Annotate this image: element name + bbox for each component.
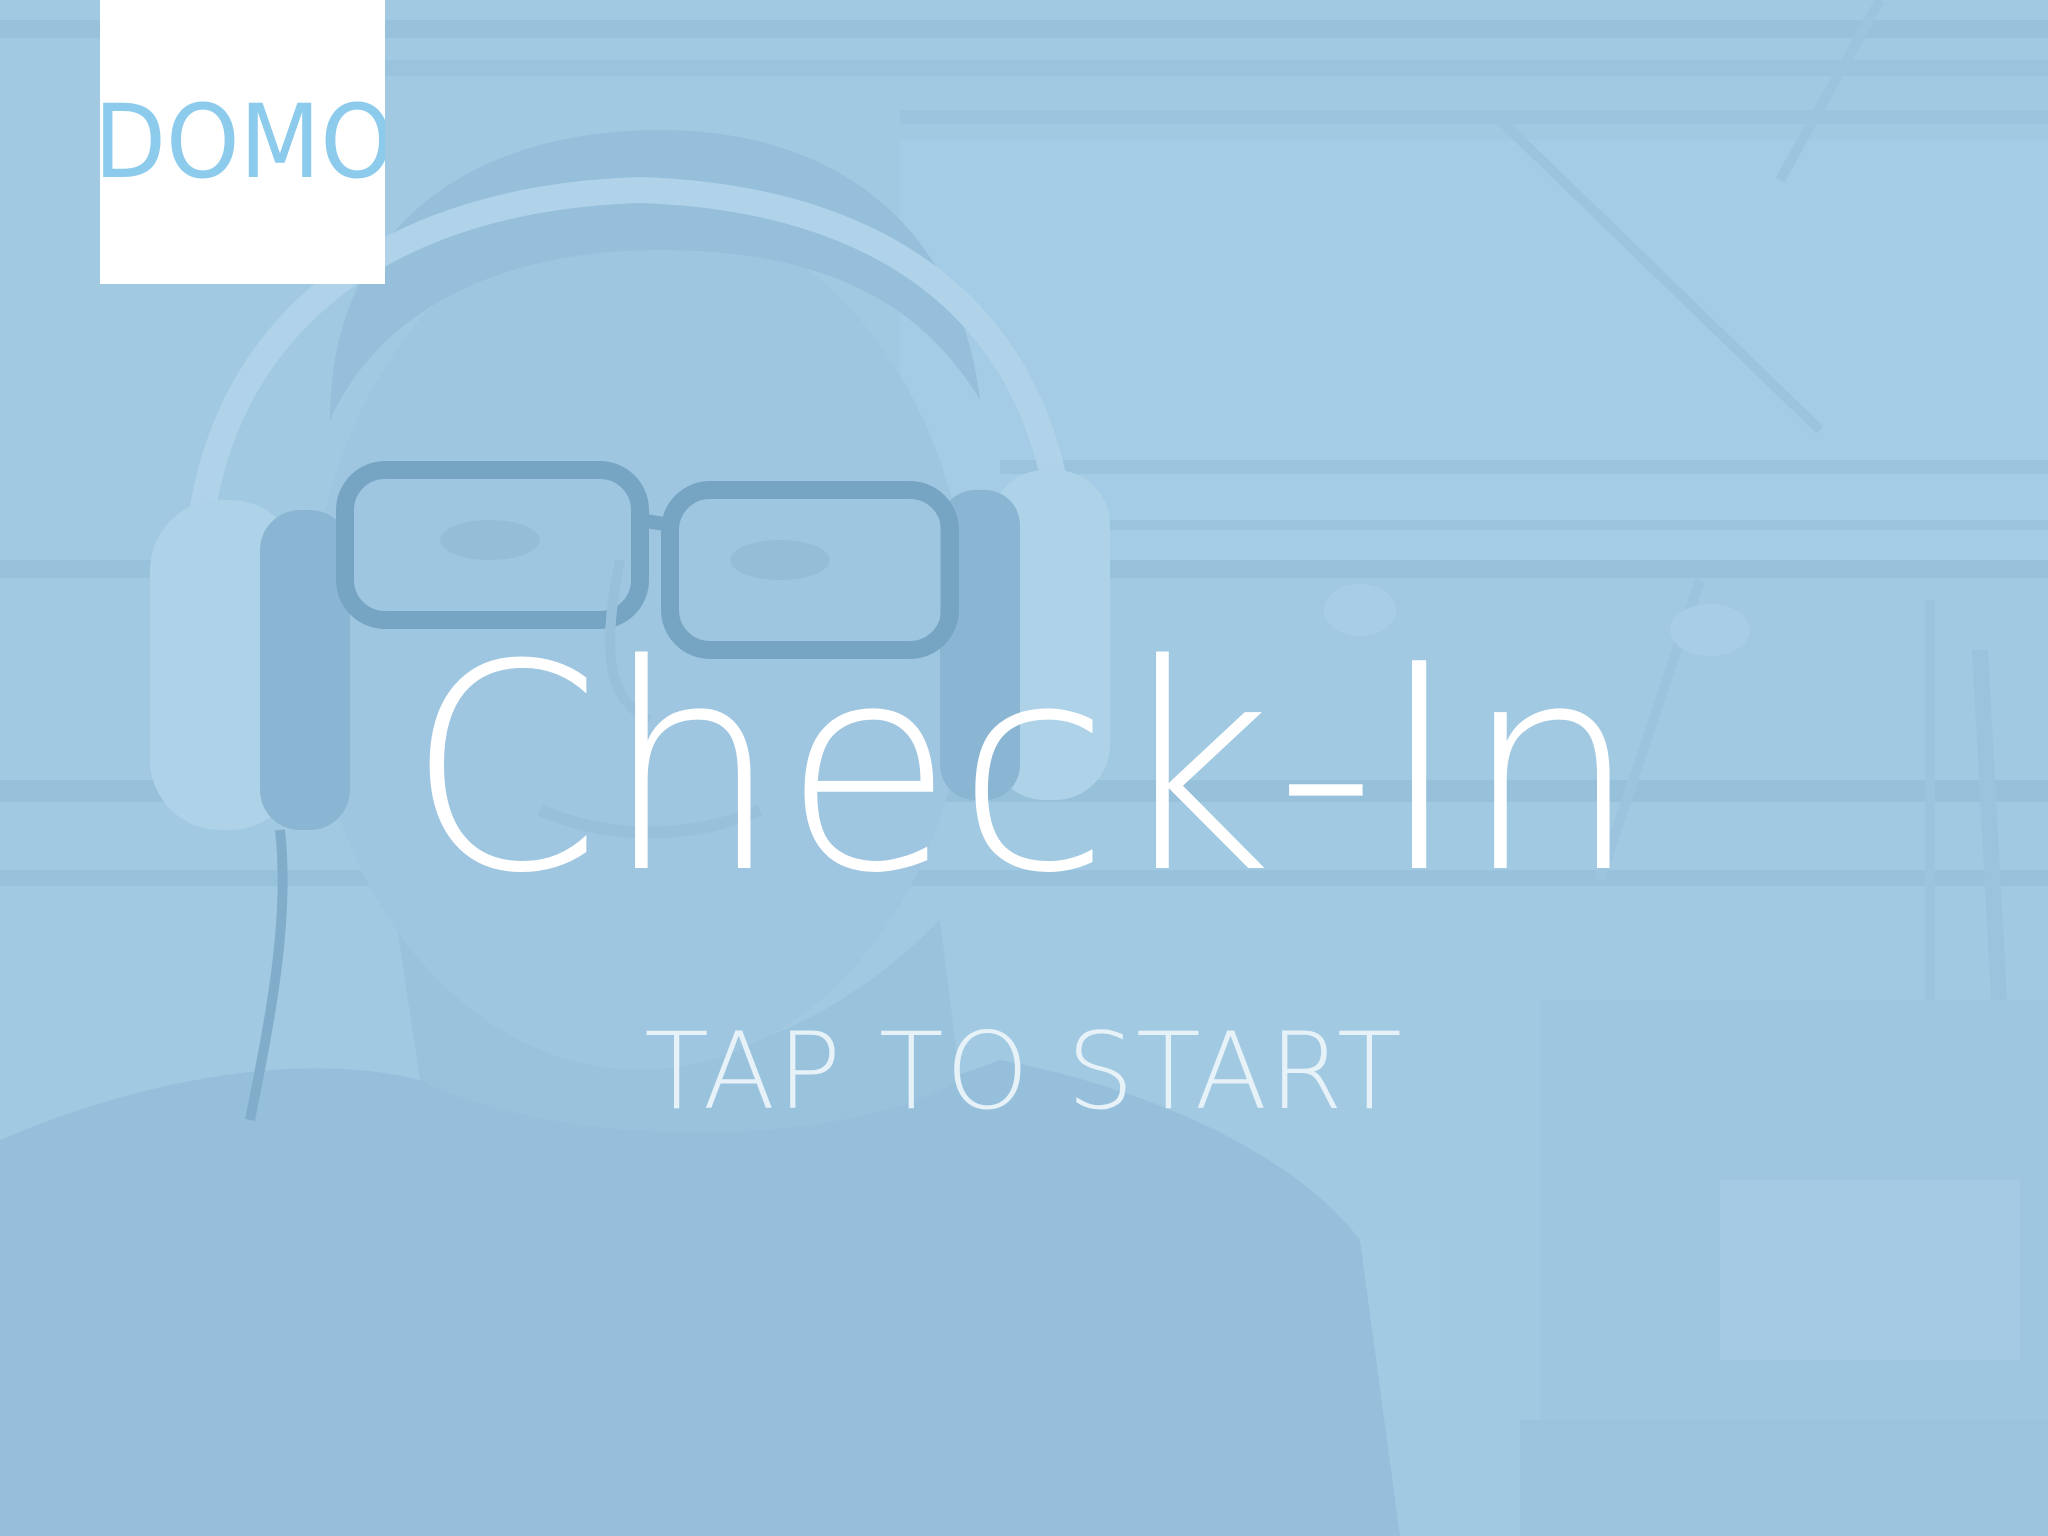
domo-logo: DOMO	[100, 0, 385, 284]
tap-to-start-label[interactable]: TAP TO START	[0, 1012, 2048, 1132]
page-title: Check-In	[406, 604, 1642, 936]
domo-logo-text: DOMO	[100, 83, 385, 202]
